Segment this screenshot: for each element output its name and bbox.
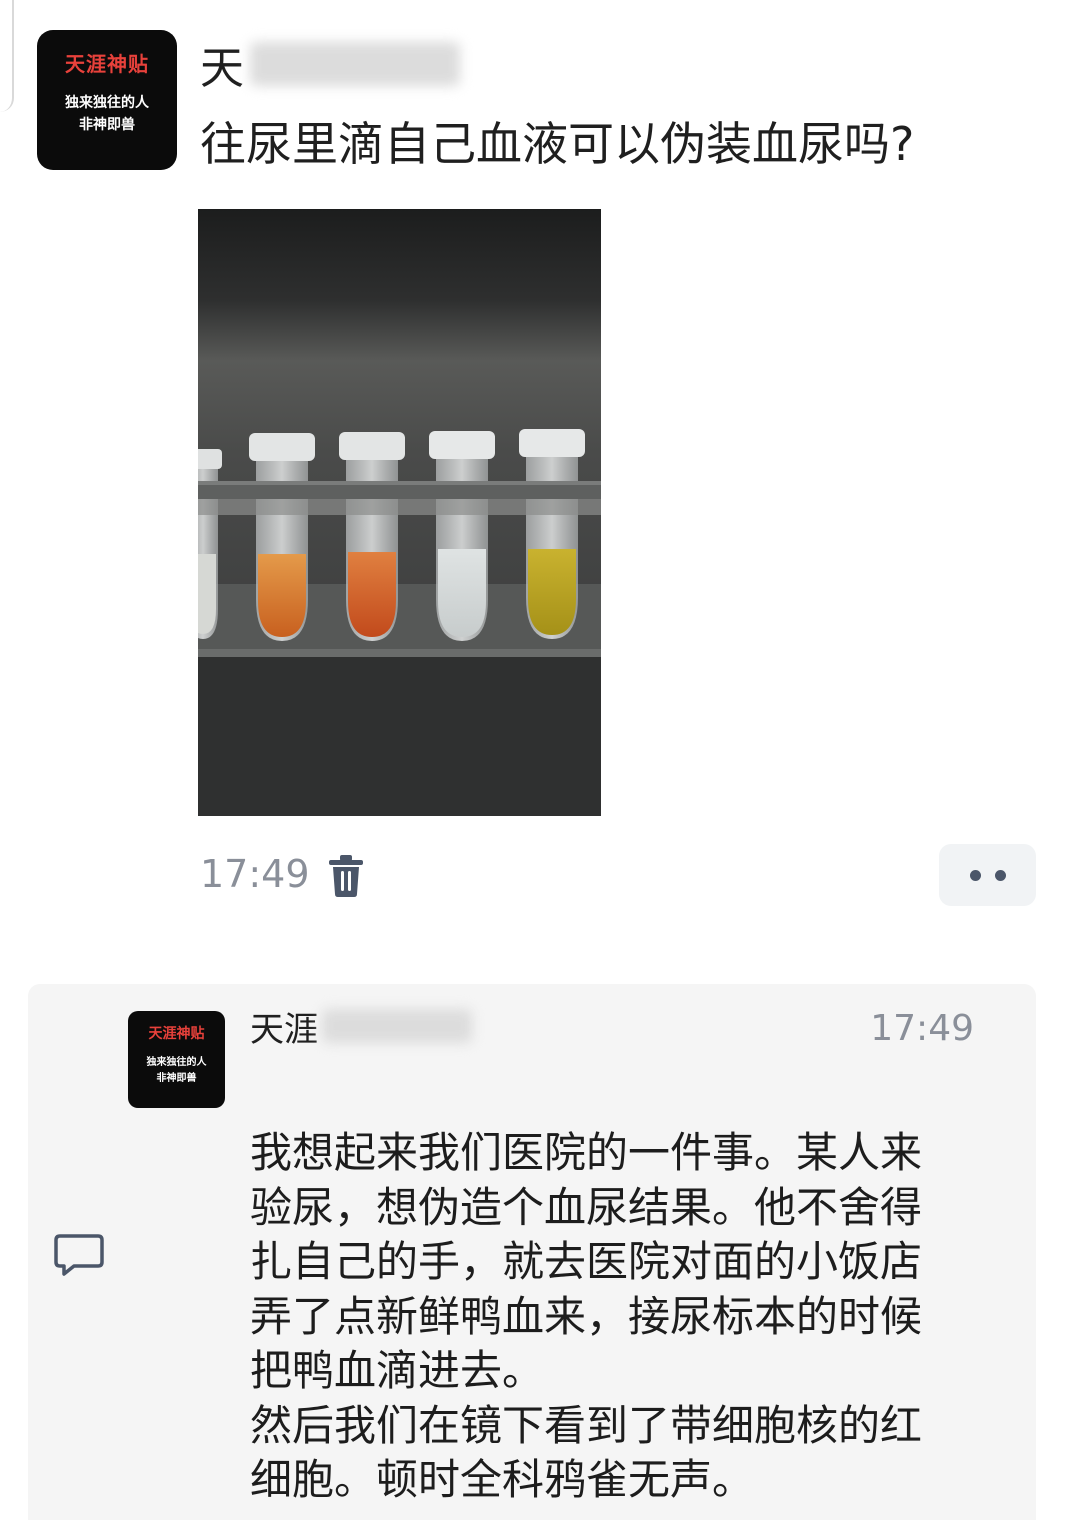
more-dot bbox=[994, 869, 1006, 881]
comment-line: 细胞。顿时全科鸦雀无声。 bbox=[250, 1455, 755, 1504]
comment-timestamp: 17:49 bbox=[870, 1008, 974, 1049]
comment-line: 然后我们在镜下看到了带细胞核的红 bbox=[250, 1400, 923, 1450]
screen-edge bbox=[0, 0, 14, 112]
avatar-slogan-line1: 独来独往的人 bbox=[146, 1057, 207, 1068]
post-timestamp: 17:49 bbox=[200, 852, 310, 896]
comment-body: 我想起来我们医院的一件事。某人来 验尿，想伪造个血尿结果。他不舍得 扎自己的手，… bbox=[250, 1126, 990, 1508]
avatar-slogan-line2: 非神即兽 bbox=[79, 117, 135, 133]
comment-line: 验尿，想伪造个血尿结果。他不舍得 bbox=[250, 1182, 923, 1232]
more-dot bbox=[969, 869, 981, 881]
comment-line: 把鸭血滴进去。 bbox=[250, 1346, 545, 1395]
trash-icon[interactable] bbox=[328, 854, 364, 898]
comment-author-avatar[interactable]: 天涯神贴 独来独往的人 非神即兽 bbox=[128, 1011, 225, 1108]
avatar-slogan-line2: 非神即兽 bbox=[156, 1073, 197, 1084]
avatar-brand-text: 天涯神贴 bbox=[65, 52, 149, 76]
post-author-name[interactable]: 天 bbox=[200, 36, 460, 94]
comment-author-name[interactable]: 天涯 bbox=[250, 1006, 472, 1050]
post-title: 往尿里滴自己血液可以伪装血尿吗? bbox=[200, 117, 915, 171]
comment-line: 扎自己的手，就去医院对面的小饭店 bbox=[250, 1237, 923, 1286]
comment-line: 弄了点新鲜鸭血来，接尿标本的时候 bbox=[250, 1291, 923, 1341]
blurred-name-mask bbox=[322, 1009, 472, 1043]
more-options-button[interactable] bbox=[939, 844, 1036, 906]
comment-line: 我想起来我们医院的一件事。某人来 bbox=[250, 1128, 923, 1177]
post-author-name-visible: 天 bbox=[200, 43, 244, 94]
post-author-avatar[interactable]: 天涯神贴 独来独往的人 非神即兽 bbox=[37, 30, 177, 170]
comment-author-name-visible: 天涯 bbox=[250, 1009, 318, 1050]
blurred-name-mask bbox=[250, 42, 460, 86]
avatar-brand-text: 天涯神贴 bbox=[148, 1026, 205, 1042]
post-image-test-tubes[interactable] bbox=[198, 209, 601, 816]
avatar-slogan-line1: 独来独往的人 bbox=[65, 95, 149, 111]
comment-bubble-icon[interactable] bbox=[52, 1232, 106, 1278]
